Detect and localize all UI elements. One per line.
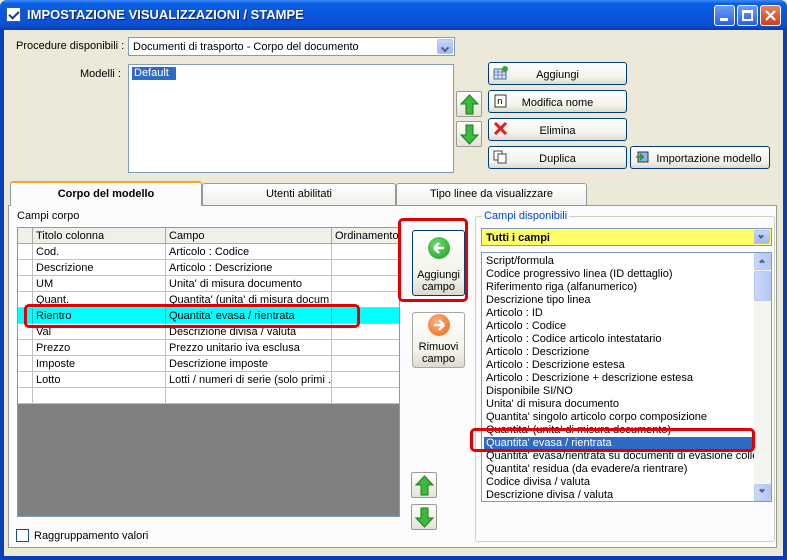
move-down-field-button[interactable] <box>411 504 437 530</box>
table-row-empty[interactable] <box>18 388 399 404</box>
table-row-selected[interactable]: Rientro Quantita' evasa / rientrata <box>18 308 399 324</box>
tab-corpo-modello[interactable]: Corpo del modello <box>10 181 202 206</box>
list-item[interactable]: Unita' di misura documento <box>484 398 769 411</box>
table-row[interactable]: Prezzo Prezzo unitario iva esclusa <box>18 340 399 356</box>
list-item[interactable]: Quantita' (unita' di misura documento) <box>484 424 769 437</box>
window-title: IMPOSTAZIONE VISUALIZZAZIONI / STAMPE <box>27 7 304 22</box>
application-window: IMPOSTAZIONE VISUALIZZAZIONI / STAMPE Pr… <box>0 0 787 560</box>
arrow-down-icon <box>415 507 434 528</box>
move-down-model-button[interactable] <box>456 121 482 147</box>
add-model-button[interactable]: Aggiungi <box>488 62 627 85</box>
client-area: Procedure disponibili : Documenti di tra… <box>4 30 783 556</box>
remove-field-button[interactable]: Rimuovi campo <box>412 312 465 368</box>
table-row[interactable]: Imposte Descrizione imposte <box>18 356 399 372</box>
chevron-down-icon[interactable] <box>754 230 770 244</box>
add-field-button[interactable]: Aggiungi campo <box>412 230 465 296</box>
vertical-scrollbar[interactable] <box>754 253 771 501</box>
table-row[interactable]: Quant. Quantita' (unita' di misura docum <box>18 292 399 308</box>
arrow-up-icon <box>460 94 479 115</box>
list-item[interactable]: Script/formula <box>484 255 769 268</box>
list-item[interactable]: Articolo : Descrizione estesa <box>484 359 769 372</box>
list-item[interactable]: Quantita' evasa/rientrata su documenti d… <box>484 450 769 463</box>
raggruppamento-checkbox[interactable] <box>16 529 29 542</box>
list-item[interactable]: Riferimento riga (alfanumerico) <box>484 281 769 294</box>
minimize-button[interactable] <box>714 5 735 26</box>
list-item-selected[interactable]: Quantita' evasa / rientrata <box>484 437 769 450</box>
list-item[interactable]: Descrizione divisa / valuta <box>484 489 769 501</box>
campi-disponibili-label: Campi disponibili <box>482 210 570 222</box>
grid-corner <box>18 228 33 244</box>
list-item[interactable]: Codice progressivo linea (ID dettaglio) <box>484 268 769 281</box>
table-row[interactable]: Lotto Lotti / numeri di serie (solo prim… <box>18 372 399 388</box>
arrow-left-green-icon <box>428 237 450 259</box>
campi-corpo-grid[interactable]: Titolo colonna Campo Ordinamento Cod. Ar… <box>17 227 400 517</box>
column-header-titolo[interactable]: Titolo colonna <box>33 228 166 244</box>
arrow-right-orange-icon <box>428 314 450 336</box>
column-header-campo[interactable]: Campo <box>166 228 332 244</box>
list-item[interactable]: Articolo : Codice <box>484 320 769 333</box>
list-item[interactable]: Articolo : Descrizione + descrizione est… <box>484 372 769 385</box>
remove-field-label: Rimuovi campo <box>418 341 459 365</box>
tab-utenti-abilitati[interactable]: Utenti abilitati <box>202 183 396 205</box>
campi-corpo-label: Campi corpo <box>17 210 80 222</box>
table-row[interactable]: Cod. Articolo : Codice <box>18 244 399 260</box>
tab-tipo-linee[interactable]: Tipo linee da visualizzare <box>396 183 587 205</box>
campi-disponibili-group: Campi disponibili Tutti i campi Script/f… <box>475 210 775 542</box>
campi-disponibili-list[interactable]: Script/formula Codice progressivo linea … <box>481 252 772 502</box>
import-model-button[interactable]: Importazione modello <box>630 146 770 169</box>
scroll-down-button[interactable] <box>754 484 771 501</box>
chevron-down-icon[interactable] <box>437 39 453 54</box>
list-item[interactable]: Disponibile SI/NO <box>484 385 769 398</box>
column-header-ordinamento[interactable]: Ordinamento <box>332 228 399 244</box>
rename-model-button[interactable]: n Modifica nome <box>488 90 627 113</box>
list-item[interactable]: Descrizione tipo linea <box>484 294 769 307</box>
move-up-field-button[interactable] <box>411 472 437 498</box>
modelli-list[interactable]: Default <box>128 64 454 173</box>
app-check-icon <box>6 7 21 22</box>
minimize-icon <box>720 18 728 21</box>
list-item[interactable]: Articolo : ID <box>484 307 769 320</box>
title-bar[interactable]: IMPOSTAZIONE VISUALIZZAZIONI / STAMPE <box>0 0 787 30</box>
procedure-select[interactable]: Documenti di trasporto - Corpo del docum… <box>128 37 455 56</box>
scroll-up-button[interactable] <box>754 253 771 270</box>
duplicate-model-button[interactable]: Duplica <box>488 146 627 169</box>
list-item[interactable]: Articolo : Descrizione <box>484 346 769 359</box>
maximize-button[interactable] <box>737 5 758 26</box>
close-icon <box>765 10 776 21</box>
table-row[interactable]: UM Unita' di misura documento <box>18 276 399 292</box>
modelli-label: Modelli : <box>80 68 121 80</box>
add-field-label: Aggiungi campo <box>417 269 460 293</box>
campi-filter-select[interactable]: Tutti i campi <box>481 228 772 246</box>
procedure-label: Procedure disponibili : <box>16 40 125 52</box>
move-up-model-button[interactable] <box>456 91 482 117</box>
delete-model-button[interactable]: Elimina <box>488 118 627 141</box>
list-item[interactable]: Articolo : Codice articolo intestatario <box>484 333 769 346</box>
list-item[interactable]: Quantita' singolo articolo corpo composi… <box>484 411 769 424</box>
table-row[interactable]: Descrizione Articolo : Descrizione <box>18 260 399 276</box>
scroll-thumb[interactable] <box>754 271 771 301</box>
close-button[interactable] <box>760 5 781 26</box>
procedure-value: Documenti di trasporto - Corpo del docum… <box>133 41 359 53</box>
modelli-item[interactable]: Default <box>132 67 176 80</box>
arrow-down-icon <box>460 124 479 145</box>
arrow-up-icon <box>415 475 434 496</box>
tab-panel-corpo: Campi corpo Titolo colonna Campo Ordinam… <box>8 205 777 548</box>
raggruppamento-label: Raggruppamento valori <box>34 530 149 542</box>
table-row[interactable]: Val Descrizione divisa / valuta <box>18 324 399 340</box>
list-item[interactable]: Codice divisa / valuta <box>484 476 769 489</box>
list-item[interactable]: Quantita' residua (da evadere/a rientrar… <box>484 463 769 476</box>
maximize-icon <box>742 10 753 21</box>
